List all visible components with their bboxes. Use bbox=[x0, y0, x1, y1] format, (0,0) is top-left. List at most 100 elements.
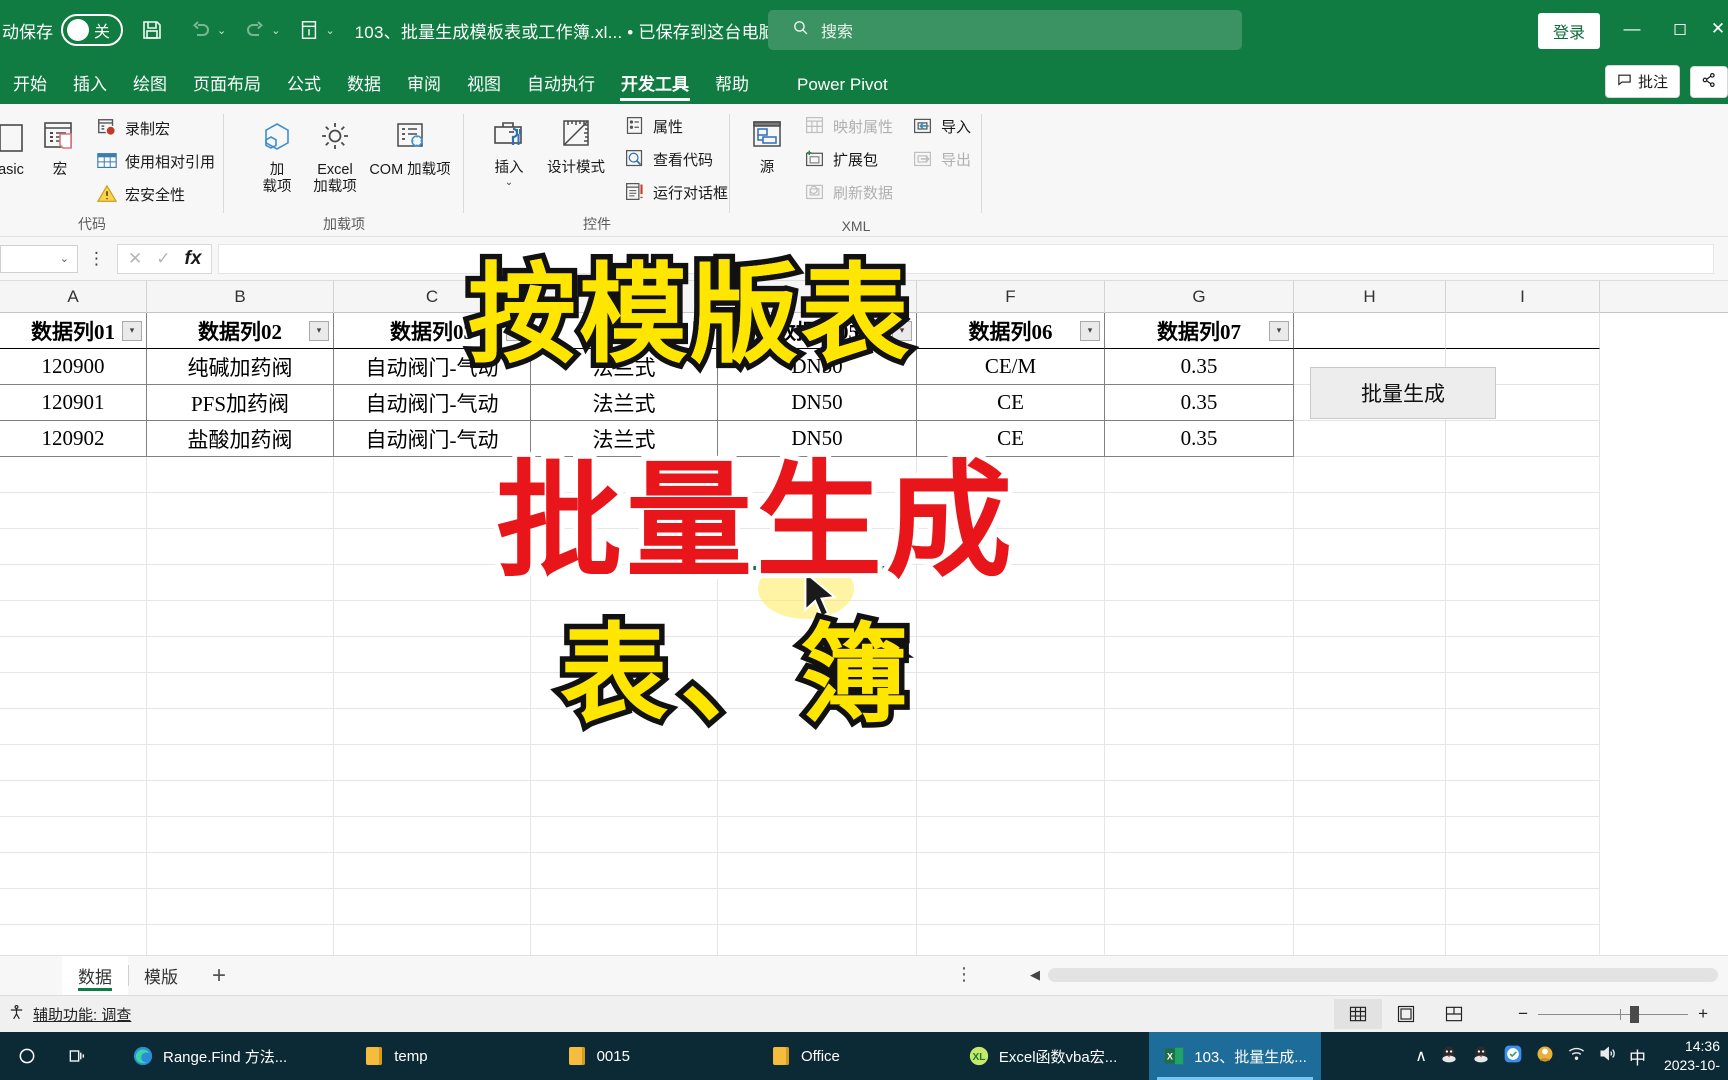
grid-cell-blank[interactable] bbox=[917, 637, 1105, 673]
import-button[interactable]: 导入 bbox=[912, 115, 971, 137]
accessibility-status[interactable]: 辅助功能: 调查 bbox=[8, 1004, 131, 1025]
grid-cell-blank[interactable] bbox=[0, 709, 147, 745]
tab-automate[interactable]: 自动执行 bbox=[514, 67, 608, 104]
search-box[interactable]: 搜索 bbox=[768, 10, 1242, 50]
grid-cell-blank[interactable] bbox=[334, 709, 531, 745]
save-icon[interactable] bbox=[132, 10, 172, 50]
grid-cell-blank[interactable] bbox=[147, 493, 334, 529]
cell-b4[interactable]: 盐酸加药阀 bbox=[147, 421, 334, 457]
grid-cell-blank[interactable] bbox=[1105, 601, 1294, 637]
grid-cell-blank[interactable] bbox=[0, 853, 147, 889]
tim-icon[interactable] bbox=[1535, 1044, 1555, 1069]
cell-c3[interactable]: 自动阀门-气动 bbox=[334, 385, 531, 421]
grid-cell-blank[interactable] bbox=[0, 925, 147, 955]
grid-cell-blank[interactable] bbox=[917, 817, 1105, 853]
table-header-cell-7[interactable]: 数据列07 ▾ bbox=[1105, 313, 1294, 349]
run-dialog-button[interactable]: 运行对话框 bbox=[624, 181, 728, 203]
cell-f3[interactable]: CE bbox=[917, 385, 1105, 421]
cell-a2[interactable]: 120900 bbox=[0, 349, 147, 385]
name-box-caret-icon[interactable]: ⌄ bbox=[60, 252, 69, 265]
share-button[interactable] bbox=[1690, 66, 1728, 98]
tab-draw[interactable]: 绘图 bbox=[120, 67, 180, 104]
task-view-button[interactable] bbox=[54, 1032, 100, 1080]
horizontal-scroll-thumb[interactable] bbox=[1048, 968, 1718, 982]
grid-cell-blank[interactable] bbox=[1105, 493, 1294, 529]
minimize-button[interactable]: — bbox=[1608, 0, 1656, 58]
grid-cell-blank[interactable] bbox=[1446, 781, 1600, 817]
grid-cell-blank[interactable] bbox=[1294, 493, 1446, 529]
undo-icon[interactable] bbox=[181, 10, 221, 50]
taskbar-item-office[interactable]: Office bbox=[756, 1032, 854, 1080]
grid-cell-blank[interactable] bbox=[0, 601, 147, 637]
properties-button[interactable]: 属性 bbox=[624, 115, 683, 137]
sign-in-button[interactable]: 登录 bbox=[1537, 13, 1600, 49]
grid-cell-blank[interactable] bbox=[1446, 565, 1600, 601]
grid-cell-blank[interactable] bbox=[917, 745, 1105, 781]
cell-b2[interactable]: 纯碱加药阀 bbox=[147, 349, 334, 385]
ime-indicator[interactable]: 中 bbox=[1629, 1044, 1646, 1069]
qat-more-icon[interactable]: ⌄ bbox=[325, 24, 334, 37]
cell-g3[interactable]: 0.35 bbox=[1105, 385, 1294, 421]
grid-cell-blank[interactable] bbox=[334, 673, 531, 709]
cell-a4[interactable]: 120902 bbox=[0, 421, 147, 457]
grid-cell-blank[interactable] bbox=[1105, 529, 1294, 565]
macros-button[interactable]: 宏 bbox=[27, 116, 93, 179]
tab-insert[interactable]: 插入 bbox=[60, 67, 120, 104]
grid-cell-blank[interactable] bbox=[1446, 925, 1600, 955]
grid-cell-blank[interactable] bbox=[1294, 709, 1446, 745]
grid-cell-blank[interactable] bbox=[1105, 853, 1294, 889]
grid-cell-blank[interactable] bbox=[1105, 745, 1294, 781]
cell-g4[interactable]: 0.35 bbox=[1105, 421, 1294, 457]
table-header-cell-1[interactable]: 数据列01 ▾ bbox=[0, 313, 147, 349]
column-header-f[interactable]: F bbox=[917, 281, 1105, 313]
com-addins-button[interactable]: COM 加载项 bbox=[360, 116, 460, 179]
grid-cell-blank[interactable] bbox=[147, 925, 334, 955]
grid-cell-blank[interactable] bbox=[147, 853, 334, 889]
grid-cell-blank[interactable] bbox=[1105, 457, 1294, 493]
tab-page-layout[interactable]: 页面布局 bbox=[180, 67, 274, 104]
table-header-cell-2[interactable]: 数据列02 ▾ bbox=[147, 313, 334, 349]
formula-bar-expand-dots[interactable]: ⋮ bbox=[88, 249, 107, 269]
grid-cell-blank[interactable] bbox=[334, 637, 531, 673]
grid-cell-blank[interactable] bbox=[531, 889, 718, 925]
grid-cell-blank[interactable] bbox=[0, 457, 147, 493]
taskbar-item-excel-vba[interactable]: XL Excel函数vba宏... bbox=[954, 1032, 1131, 1080]
comments-button[interactable]: 批注 bbox=[1604, 65, 1680, 98]
start-button[interactable] bbox=[0, 1032, 54, 1080]
grid-cell-blank[interactable] bbox=[334, 781, 531, 817]
grid-cell-i-header[interactable] bbox=[1446, 313, 1600, 349]
grid-cell-blank[interactable] bbox=[0, 565, 147, 601]
tab-view[interactable]: 视图 bbox=[454, 67, 514, 104]
grid-cell-blank[interactable] bbox=[917, 889, 1105, 925]
grid-cell-blank[interactable] bbox=[334, 853, 531, 889]
tab-start[interactable]: 开始 bbox=[0, 67, 60, 104]
table-header-cell-6[interactable]: 数据列06 ▾ bbox=[917, 313, 1105, 349]
taskbar-item-edge[interactable]: Range.Find 方法... bbox=[118, 1032, 301, 1080]
cell-d3[interactable]: 法兰式 bbox=[531, 385, 718, 421]
grid-cell-blank[interactable] bbox=[1105, 817, 1294, 853]
undo-caret-icon[interactable]: ⌄ bbox=[217, 24, 226, 37]
grid-cell-blank[interactable] bbox=[1294, 745, 1446, 781]
grid-cell-blank[interactable] bbox=[1294, 817, 1446, 853]
grid-cell-blank[interactable] bbox=[1446, 601, 1600, 637]
column-header-b[interactable]: B bbox=[147, 281, 334, 313]
grid-cell-blank[interactable] bbox=[917, 601, 1105, 637]
grid-cell-blank[interactable] bbox=[1446, 529, 1600, 565]
redo-icon[interactable] bbox=[235, 10, 275, 50]
view-page-break-button[interactable] bbox=[1430, 999, 1478, 1029]
horizontal-scrollbar[interactable]: ◀ bbox=[1030, 965, 1718, 985]
grid-cell-blank[interactable] bbox=[0, 493, 147, 529]
grid-cell-blank[interactable] bbox=[1294, 889, 1446, 925]
grid-cell-blank[interactable] bbox=[0, 817, 147, 853]
document-title[interactable]: 103、批量生成模板表或工作簿.xl... • 已保存到这台电脑 bbox=[355, 18, 776, 43]
grid-cell-blank[interactable] bbox=[334, 925, 531, 955]
grid-cell-blank[interactable] bbox=[147, 637, 334, 673]
grid-cell-blank[interactable] bbox=[1446, 853, 1600, 889]
expansion-packs-button[interactable]: 扩展包 bbox=[804, 148, 878, 170]
grid-cell-blank[interactable] bbox=[531, 745, 718, 781]
filter-dropdown-icon-7[interactable]: ▾ bbox=[1269, 320, 1289, 341]
filter-dropdown-icon-6[interactable]: ▾ bbox=[1080, 320, 1100, 341]
column-header-h[interactable]: H bbox=[1294, 281, 1446, 313]
grid-cell-blank[interactable] bbox=[147, 457, 334, 493]
grid-cell-blank[interactable] bbox=[1294, 457, 1446, 493]
